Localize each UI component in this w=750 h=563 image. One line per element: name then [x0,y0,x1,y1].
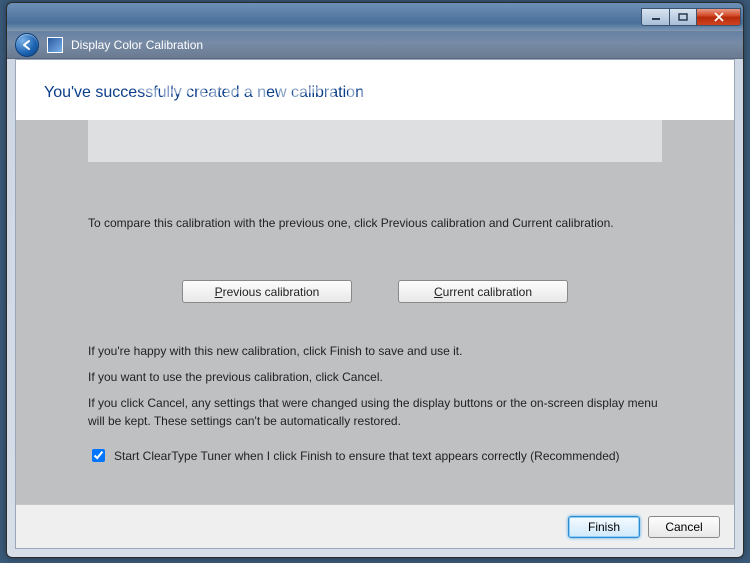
happy-text: If you're happy with this new calibratio… [88,342,674,360]
dialog-footer: Finish Cancel [16,504,734,548]
main-panel: To compare this calibration with the pre… [16,120,734,504]
content-area: You've successfully created a new calibr… [15,59,735,549]
navigation-bar: Display Color Calibration [7,31,743,59]
use-previous-text: If you want to use the previous calibrat… [88,368,674,386]
titlebar [7,3,743,31]
cancel-note-text: If you click Cancel, any settings that w… [88,394,674,430]
finish-button[interactable]: Finish [568,516,640,538]
arrow-left-icon [20,38,34,52]
app-icon [47,37,63,53]
calibration-button-row: Previous calibration Current calibration [16,280,734,303]
back-button[interactable] [15,33,39,57]
cleartype-option: Start ClearType Tuner when I click Finis… [88,448,674,465]
maximize-button[interactable] [669,8,697,26]
preview-band [88,120,662,162]
close-button[interactable] [697,8,741,26]
previous-calibration-button[interactable]: Previous calibration [182,280,352,303]
current-calibration-button[interactable]: Current calibration [398,280,568,303]
cancel-button[interactable]: Cancel [648,516,720,538]
compare-instruction: To compare this calibration with the pre… [88,214,674,232]
cleartype-checkbox[interactable] [92,449,105,462]
dialog-window: Display Color Calibration You've success… [6,2,744,558]
app-title: Display Color Calibration [71,38,203,52]
minimize-button[interactable] [641,8,669,26]
page-heading: You've successfully created a new calibr… [16,60,734,120]
cleartype-label[interactable]: Start ClearType Tuner when I click Finis… [114,448,620,465]
